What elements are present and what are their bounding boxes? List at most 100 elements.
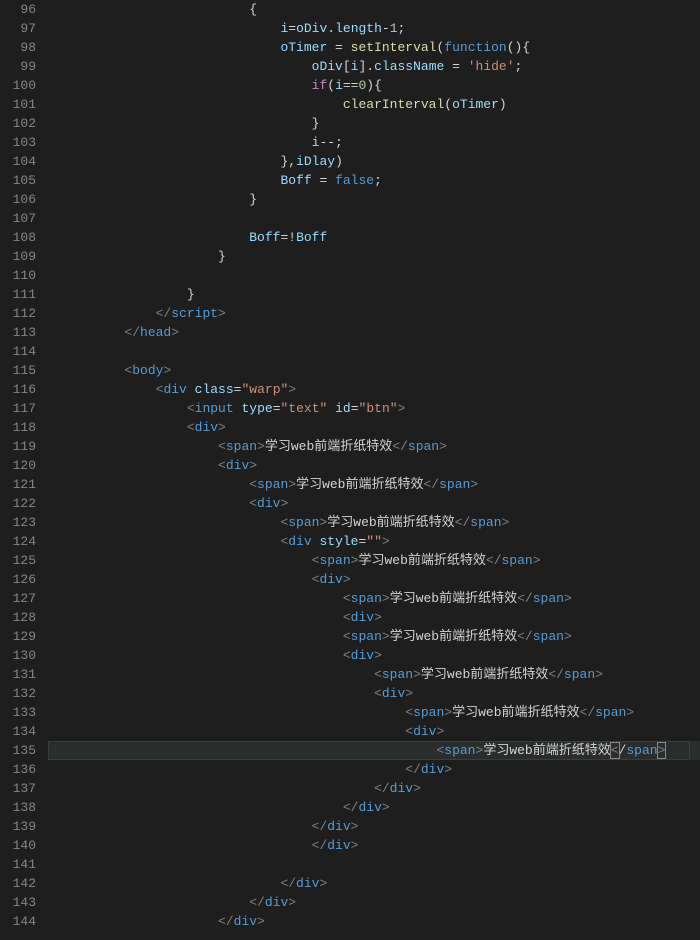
code-line[interactable]: </div> xyxy=(48,798,700,817)
token-bracket: < xyxy=(343,610,351,625)
code-line[interactable]: </div> xyxy=(48,912,700,931)
token-bracket: </ xyxy=(423,477,439,492)
line-number: 117 xyxy=(0,399,36,418)
line-number: 96 xyxy=(0,0,36,19)
token-bracket: < xyxy=(343,648,351,663)
line-number: 125 xyxy=(0,551,36,570)
code-line[interactable]: <div> xyxy=(48,494,700,513)
line-number: 130 xyxy=(0,646,36,665)
token-bracket: > xyxy=(405,686,413,701)
token-prop: className xyxy=(374,59,444,74)
token-str: 'hide' xyxy=(468,59,515,74)
token-txt: 学习web前端折纸特效 xyxy=(452,705,579,720)
token-prop: length xyxy=(335,21,382,36)
line-number: 139 xyxy=(0,817,36,836)
code-editor[interactable]: 9697989910010110210310410510610710810911… xyxy=(0,0,700,940)
token-var: Boff xyxy=(296,230,327,245)
code-line[interactable]: <input type="text" id="btn"> xyxy=(48,399,700,418)
code-line[interactable]: <div> xyxy=(48,418,700,437)
token-curbracket: > xyxy=(658,743,666,758)
code-line[interactable] xyxy=(48,266,700,285)
code-line[interactable]: if(i==0){ xyxy=(48,76,700,95)
token-op: ( xyxy=(327,78,335,93)
token-tag: div xyxy=(390,781,413,796)
token-bracket: > xyxy=(351,819,359,834)
code-line[interactable]: <span>学习web前端折纸特效</span> xyxy=(48,437,700,456)
token-bracket: </ xyxy=(218,914,234,929)
code-line[interactable]: { xyxy=(48,0,700,19)
code-line[interactable]: oTimer = setInterval(function(){ xyxy=(48,38,700,57)
code-line[interactable]: } xyxy=(48,247,700,266)
token-op: = xyxy=(351,401,359,416)
code-line[interactable]: <span>学习web前端折纸特效</span> xyxy=(48,475,700,494)
token-op: . xyxy=(327,21,335,36)
token-bracket: > xyxy=(163,363,171,378)
token-bracket: > xyxy=(374,648,382,663)
code-line[interactable]: <div class="warp"> xyxy=(48,380,700,399)
code-line[interactable]: oDiv[i].className = 'hide'; xyxy=(48,57,700,76)
code-line[interactable]: </script> xyxy=(48,304,700,323)
code-line[interactable]: <span>学习web前端折纸特效</span> xyxy=(48,551,700,570)
code-line[interactable]: <div> xyxy=(48,646,700,665)
code-line[interactable]: </div> xyxy=(48,893,700,912)
code-line[interactable]: clearInterval(oTimer) xyxy=(48,95,700,114)
code-line[interactable]: },iDlay) xyxy=(48,152,700,171)
code-line[interactable]: </div> xyxy=(48,817,700,836)
line-number: 107 xyxy=(0,209,36,228)
code-line[interactable]: Boff = false; xyxy=(48,171,700,190)
code-line[interactable]: <span>学习web前端折纸特效</span> xyxy=(48,513,700,532)
code-line[interactable]: <span>学习web前端折纸特效</span> xyxy=(48,589,700,608)
code-line[interactable] xyxy=(48,209,700,228)
code-line[interactable]: <div> xyxy=(48,456,700,475)
token-bracket: </ xyxy=(124,325,140,340)
token-bracket: < xyxy=(405,705,413,720)
code-line[interactable]: } xyxy=(48,114,700,133)
token-bracket: < xyxy=(343,591,351,606)
code-line[interactable]: <div> xyxy=(48,722,700,741)
line-number: 143 xyxy=(0,893,36,912)
code-line[interactable]: <div> xyxy=(48,684,700,703)
code-line[interactable]: </div> xyxy=(48,874,700,893)
line-number: 142 xyxy=(0,874,36,893)
token-op: ( xyxy=(444,97,452,112)
token-bracket: < xyxy=(249,477,257,492)
code-line[interactable]: <span>学习web前端折纸特效</span> xyxy=(48,665,700,684)
code-line[interactable]: </head> xyxy=(48,323,700,342)
token-tag: div xyxy=(327,819,350,834)
code-area[interactable]: { i=oDiv.length-1; oTimer = setInterval(… xyxy=(48,0,700,940)
token-txt: 学习web前端折纸特效 xyxy=(390,629,517,644)
code-line[interactable]: <body> xyxy=(48,361,700,380)
code-line[interactable]: } xyxy=(48,285,700,304)
code-line[interactable]: Boff=!Boff xyxy=(48,228,700,247)
token-txt: 学习web前端折纸特效 xyxy=(296,477,423,492)
code-line[interactable]: <div style=""> xyxy=(48,532,700,551)
token-fn: clearInterval xyxy=(343,97,444,112)
token-tag: div xyxy=(382,686,405,701)
code-line[interactable]: } xyxy=(48,190,700,209)
token-tag: div xyxy=(319,572,342,587)
code-line[interactable]: <span>学习web前端折纸特效</span> xyxy=(48,703,700,722)
code-line[interactable] xyxy=(48,342,700,361)
code-line[interactable]: <span>学习web前端折纸特效</span> xyxy=(48,741,700,760)
token-bracket: </ xyxy=(374,781,390,796)
token-bracket: </ xyxy=(405,762,421,777)
code-line[interactable]: i--; xyxy=(48,133,700,152)
token-kw: function xyxy=(444,40,506,55)
token-tag: span xyxy=(439,477,470,492)
code-line[interactable] xyxy=(48,855,700,874)
code-line[interactable]: <div> xyxy=(48,570,700,589)
token-bracket: > xyxy=(413,781,421,796)
line-number: 111 xyxy=(0,285,36,304)
code-line[interactable]: </div> xyxy=(48,836,700,855)
code-line[interactable]: i=oDiv.length-1; xyxy=(48,19,700,38)
code-line[interactable]: <div> xyxy=(48,608,700,627)
token-bracket: > xyxy=(218,420,226,435)
line-number: 131 xyxy=(0,665,36,684)
token-bracket: > xyxy=(288,477,296,492)
code-line[interactable]: </div> xyxy=(48,760,700,779)
token-bracket: > xyxy=(288,895,296,910)
token-tag: span xyxy=(470,515,501,530)
token-op: = xyxy=(327,40,350,55)
code-line[interactable]: </div> xyxy=(48,779,700,798)
code-line[interactable]: <span>学习web前端折纸特效</span> xyxy=(48,627,700,646)
